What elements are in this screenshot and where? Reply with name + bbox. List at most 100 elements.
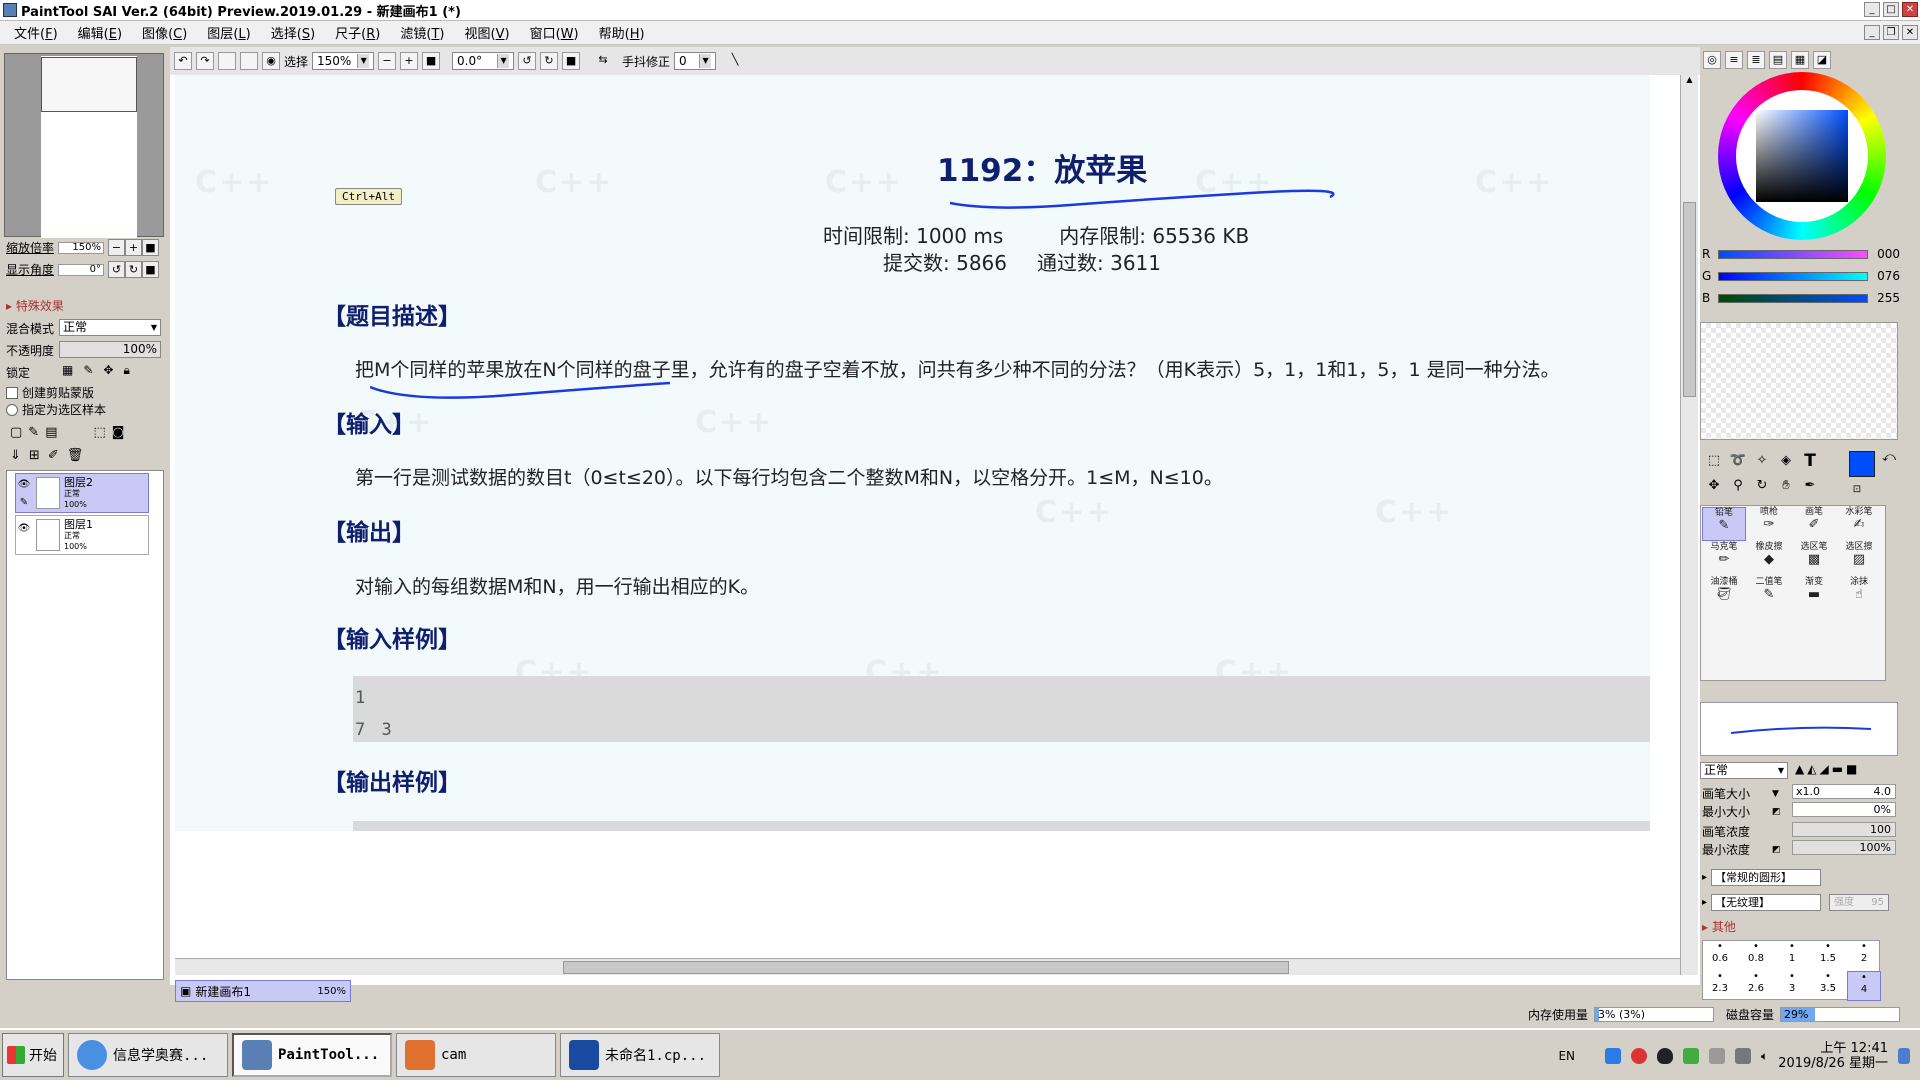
document-tab[interactable]: ▣ 新建画布1 150% bbox=[175, 980, 351, 1002]
brush-select-eraser[interactable]: 选区擦 ▨ bbox=[1837, 542, 1881, 576]
qq-icon[interactable] bbox=[1657, 1048, 1673, 1064]
size-preset[interactable]: 2 bbox=[1847, 941, 1881, 971]
shape-round1-icon[interactable]: ◭ bbox=[1807, 762, 1816, 776]
brush-airbrush[interactable]: 喷枪 ✑ bbox=[1747, 507, 1791, 541]
brush-blend-select[interactable]: 正常 ▼ bbox=[1700, 762, 1788, 779]
show-desktop-icon[interactable] bbox=[1898, 1048, 1910, 1064]
texture-row[interactable]: ▸ 【无纹理】 强度 95 bbox=[1700, 894, 1900, 911]
menu-file[interactable]: 文件(F) bbox=[0, 23, 68, 42]
rotate-left-button[interactable]: ↺ bbox=[108, 261, 125, 278]
rotate-right-button[interactable]: ↻ bbox=[125, 261, 142, 278]
menu-window[interactable]: 窗口(W) bbox=[520, 23, 589, 42]
brush-watercolor[interactable]: 水彩笔 ✍ bbox=[1837, 507, 1881, 541]
scratchpad[interactable] bbox=[1700, 322, 1898, 440]
swap-color-icon[interactable]: ⤺ bbox=[1878, 448, 1900, 470]
move-icon[interactable]: ✥ bbox=[1703, 476, 1725, 498]
task-cam[interactable]: cam bbox=[396, 1033, 556, 1077]
shape-flat-icon[interactable]: ▬ bbox=[1832, 762, 1843, 776]
brush-brush[interactable]: 画笔 ✐ bbox=[1792, 507, 1836, 541]
clip-checkbox[interactable]: 创建剪贴蒙版 bbox=[6, 384, 94, 401]
flip-icon[interactable]: ⇆ bbox=[594, 52, 612, 70]
sample-radio[interactable]: 指定为选区样本 bbox=[6, 401, 106, 418]
brush-marker[interactable]: 马克笔 ✏ bbox=[1702, 542, 1746, 576]
duplicate-layer-icon[interactable]: ⊞ bbox=[29, 448, 40, 463]
blue-slider-row[interactable]: B 255 bbox=[1700, 291, 1900, 305]
mixer-tab-icon[interactable]: ▤ bbox=[1769, 51, 1787, 69]
zoom-minus-button[interactable]: − bbox=[108, 239, 125, 256]
new-layer-icon[interactable]: ▢ bbox=[10, 425, 22, 440]
rotate-right-icon[interactable]: ↻ bbox=[540, 52, 559, 70]
horizontal-scrollbar[interactable] bbox=[175, 958, 1680, 975]
other-section[interactable]: ▸ 其他 bbox=[1702, 918, 1736, 935]
task-devcpp[interactable]: 未命名1.cp... bbox=[560, 1033, 720, 1077]
rgb-slider-tab-icon[interactable]: ≡ bbox=[1725, 51, 1743, 69]
mask-icon[interactable]: ⬚ bbox=[94, 425, 106, 440]
lock-paint-icon[interactable]: ✎ bbox=[83, 363, 93, 378]
zoom-select[interactable]: 150% ▼ bbox=[312, 52, 375, 70]
minimize-button[interactable]: _ bbox=[1864, 2, 1880, 17]
zoom-plus-button[interactable]: + bbox=[125, 239, 142, 256]
vertical-scrollbar[interactable]: ▲ bbox=[1680, 75, 1698, 975]
eye-icon[interactable]: 👁︎ bbox=[18, 479, 31, 490]
size-preset[interactable]: 1 bbox=[1775, 941, 1809, 971]
size-preset[interactable]: 4 bbox=[1847, 971, 1881, 1001]
merge-down-icon[interactable]: ⇓ bbox=[10, 448, 21, 463]
zoom-reset-button[interactable]: ■ bbox=[142, 239, 159, 256]
green-slider-row[interactable]: G 076 bbox=[1700, 269, 1900, 283]
navigator[interactable] bbox=[4, 53, 164, 238]
close-button[interactable]: ✕ bbox=[1902, 2, 1918, 17]
menu-layer[interactable]: 图层(L) bbox=[197, 23, 260, 42]
task-browser[interactable]: 信息学奥赛... bbox=[68, 1033, 228, 1077]
color-wheel-tab-icon[interactable]: ◎ bbox=[1703, 51, 1721, 69]
rotate-left-icon[interactable]: ↺ bbox=[518, 52, 537, 70]
doc-minimize-button[interactable]: _ bbox=[1864, 25, 1880, 40]
color-wheel[interactable] bbox=[1718, 72, 1886, 240]
deselect-icon[interactable] bbox=[218, 52, 236, 70]
menu-select[interactable]: 选择(S) bbox=[261, 23, 325, 42]
hand-icon[interactable]: ✋︎ bbox=[1775, 476, 1797, 498]
size-preset[interactable]: 1.5 bbox=[1811, 941, 1845, 971]
shape-square-icon[interactable]: ■ bbox=[1846, 762, 1857, 776]
rotate-tool-icon[interactable]: ↻ bbox=[1751, 476, 1773, 498]
canvas-image[interactable]: C++ C++ C++ C++ C++ C++ C++ C++ C++ C++ … bbox=[175, 75, 1650, 831]
new-pen-layer-icon[interactable]: ✎ bbox=[28, 425, 39, 440]
size-preset[interactable]: 3 bbox=[1775, 971, 1809, 1001]
layer-item[interactable]: 👁︎ ✎ 图层2 正常 100% bbox=[15, 473, 149, 513]
menu-image[interactable]: 图像(C) bbox=[132, 23, 197, 42]
line-icon[interactable]: ╲ bbox=[726, 52, 744, 70]
horizontal-scroll-thumb[interactable] bbox=[563, 961, 1289, 974]
min-size-slider[interactable]: 0% bbox=[1792, 802, 1896, 817]
brush-pencil[interactable]: 铅笔 ✎ bbox=[1702, 507, 1746, 541]
new-folder-icon[interactable]: ▤ bbox=[45, 425, 57, 440]
opacity-slider[interactable]: 100% bbox=[59, 341, 161, 358]
clock[interactable]: 上午 12:41 2019/8/26 星期一 bbox=[1778, 1041, 1888, 1071]
tray-app-icon[interactable] bbox=[1683, 1048, 1699, 1064]
shape-sharp-icon[interactable]: ▲ bbox=[1795, 762, 1804, 776]
brush-smudge[interactable]: 涂抹 ☝ bbox=[1837, 577, 1881, 611]
brush-eraser[interactable]: 橡皮擦 ◆ bbox=[1747, 542, 1791, 576]
size-preset[interactable]: 2.6 bbox=[1739, 971, 1773, 1001]
rotate-reset-icon[interactable]: ■ bbox=[562, 52, 581, 70]
brush-bucket[interactable]: 油漆桶 🪣︎ bbox=[1702, 577, 1746, 611]
layer-select-icon[interactable]: ◈ bbox=[1775, 451, 1797, 473]
start-button[interactable]: 开始 bbox=[2, 1033, 64, 1077]
magic-wand-icon[interactable]: ✧ bbox=[1751, 451, 1773, 473]
brush-gradient[interactable]: 渐变 ▬ bbox=[1792, 577, 1836, 611]
size-preset[interactable]: 3.5 bbox=[1811, 971, 1845, 1001]
layer-item[interactable]: 👁︎ 图层1 正常 100% bbox=[15, 515, 149, 555]
min-density-slider[interactable]: 100% bbox=[1792, 840, 1896, 855]
menu-view[interactable]: 视图(V) bbox=[455, 23, 520, 42]
navigator-viewport[interactable] bbox=[41, 57, 137, 112]
saturation-value-square[interactable] bbox=[1756, 110, 1848, 202]
network-icon[interactable] bbox=[1605, 1048, 1621, 1064]
language-indicator[interactable]: EN bbox=[1558, 1049, 1575, 1063]
lock-transparency-icon[interactable]: ▦ bbox=[62, 363, 73, 378]
lasso-icon[interactable]: ➰ bbox=[1727, 451, 1749, 473]
doc-restore-button[interactable]: ❐ bbox=[1883, 25, 1899, 40]
eyedropper-icon[interactable]: ✒ bbox=[1799, 476, 1821, 498]
menu-ruler[interactable]: 尺子(R) bbox=[325, 23, 390, 42]
lock-move-icon[interactable]: ✥ bbox=[103, 363, 113, 378]
size-preset[interactable]: 0.6 bbox=[1703, 941, 1737, 971]
rotation-select[interactable]: 0.0° ▼ bbox=[452, 52, 515, 70]
scratchpad-tab-icon[interactable]: ◪ bbox=[1813, 51, 1831, 69]
